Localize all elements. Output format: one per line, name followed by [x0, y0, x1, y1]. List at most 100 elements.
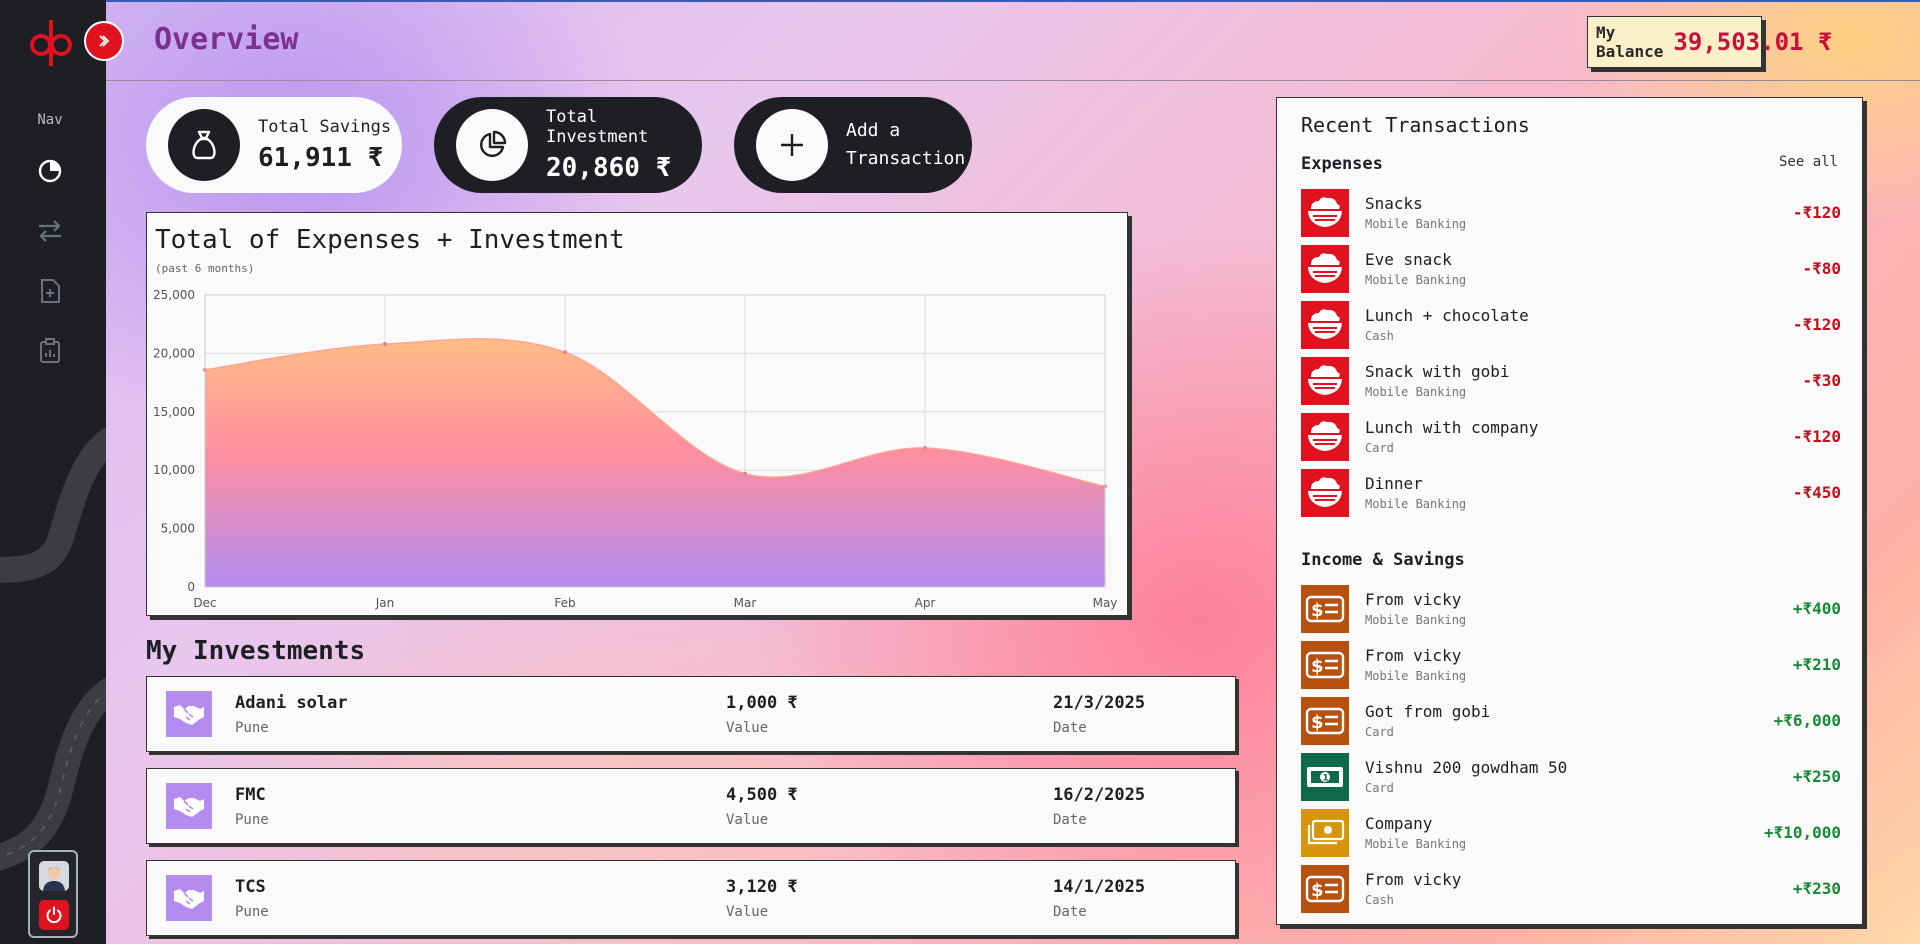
add-transaction-button[interactable]: Add a Transaction — [734, 97, 972, 193]
transaction-amount: +₹400 — [1792, 599, 1841, 618]
double-chevron-right-icon — [99, 35, 110, 47]
transaction-name: Lunch + chocolate — [1365, 306, 1529, 325]
transaction-amount: -₹80 — [1802, 259, 1841, 278]
food-bowl-icon — [1301, 357, 1349, 405]
plus-icon — [756, 109, 828, 181]
food-bowl-icon — [1301, 189, 1349, 237]
investment-row[interactable]: FMC Pune 4,500 ₹ Value 16/2/2025 Date — [146, 768, 1236, 844]
app-logo[interactable] — [28, 18, 74, 72]
x-tick-label: Apr — [915, 596, 936, 610]
expense-item[interactable]: Snacks Mobile Banking -₹120 — [1301, 189, 1841, 239]
transaction-name: Dinner — [1365, 474, 1423, 493]
expense-item[interactable]: Lunch with company Card -₹120 — [1301, 413, 1841, 463]
page-title: Overview — [154, 22, 299, 57]
add-label-line1: Add a — [846, 120, 901, 141]
expense-item[interactable]: Eve snack Mobile Banking -₹80 — [1301, 245, 1841, 295]
power-button[interactable] — [39, 900, 69, 930]
header-divider — [106, 80, 1920, 81]
investment-date: 16/2/2025 — [1053, 785, 1146, 805]
x-tick-label: Mar — [734, 596, 757, 610]
income-item[interactable]: $ Got from gobi Card +₹6,000 — [1301, 697, 1841, 747]
income-item[interactable]: $ From vicky Cash +₹230 — [1301, 865, 1841, 915]
investment-name: FMC — [235, 785, 266, 805]
transaction-amount: +₹6,000 — [1773, 711, 1841, 730]
transaction-amount: -₹120 — [1792, 203, 1841, 222]
x-tick-label: Jan — [375, 596, 395, 610]
avatar[interactable] — [39, 861, 69, 891]
transaction-name: Vishnu 200 gowdham 50 — [1365, 758, 1568, 777]
transaction-method: Mobile Banking — [1365, 273, 1467, 287]
expense-item[interactable]: Lunch + chocolate Cash -₹120 — [1301, 301, 1841, 351]
svg-text:$: $ — [1311, 880, 1324, 901]
balance-label: My Balance — [1596, 23, 1664, 61]
series-area — [205, 338, 1105, 587]
savings-value: 61,911 ₹ — [258, 143, 384, 173]
investment-date: 21/3/2025 — [1053, 693, 1146, 713]
investment-location: Pune — [235, 720, 269, 736]
transaction-amount: -₹30 — [1802, 371, 1841, 390]
expense-item[interactable]: Snack with gobi Mobile Banking -₹30 — [1301, 357, 1841, 407]
transaction-method: Card — [1365, 725, 1394, 739]
investment-location: Pune — [235, 812, 269, 828]
data-point — [563, 350, 567, 355]
transaction-name: From vicky — [1365, 870, 1462, 889]
money-slip-icon: $ — [1301, 641, 1349, 689]
money-slip-icon: $ — [1301, 865, 1349, 913]
total-savings-card[interactable]: Total Savings 61,911 ₹ — [146, 97, 402, 193]
svg-text:1: 1 — [1323, 774, 1329, 784]
transaction-amount: +₹10,000 — [1763, 823, 1841, 842]
transaction-method: Card — [1365, 441, 1394, 455]
window-top-border — [0, 0, 1920, 2]
total-investment-card[interactable]: Total Investment 20,860 ₹ — [434, 97, 702, 193]
expense-item[interactable]: Dinner Mobile Banking -₹450 — [1301, 469, 1841, 519]
svg-text:$: $ — [1311, 656, 1324, 677]
investment-value: 3,120 ₹ — [726, 877, 798, 897]
investment-value: 20,860 ₹ — [546, 153, 672, 183]
nav-label: Nav — [37, 112, 63, 128]
nav-report-icon[interactable] — [35, 336, 65, 366]
add-label-line2: Transaction — [846, 148, 966, 169]
investment-location: Pune — [235, 904, 269, 920]
investment-row[interactable]: Adani solar Pune 1,000 ₹ Value 21/3/2025 Date — [146, 676, 1236, 752]
investment-row[interactable]: TCS Pune 3,120 ₹ Value 14/1/2025 Date — [146, 860, 1236, 936]
transaction-method: Cash — [1365, 893, 1394, 907]
nav-add-file-icon[interactable] — [35, 276, 65, 306]
transaction-name: From vicky — [1365, 646, 1462, 665]
income-item[interactable]: 1 Vishnu 200 gowdham 50 Card +₹250 — [1301, 753, 1841, 803]
investment-value: 4,500 ₹ — [726, 785, 798, 805]
handshake-icon — [166, 875, 212, 921]
money-slip-icon: $ — [1301, 585, 1349, 633]
data-point — [923, 446, 927, 451]
income-item[interactable]: $ From vicky Mobile Banking +₹210 — [1301, 641, 1841, 691]
data-point — [383, 342, 387, 347]
y-tick-label: 5,000 — [161, 522, 195, 536]
y-tick-label: 0 — [187, 580, 195, 594]
investment-date: 14/1/2025 — [1053, 877, 1146, 897]
balance-box: My Balance 39,503.01 ₹ — [1587, 16, 1832, 68]
transaction-method: Mobile Banking — [1365, 613, 1467, 627]
investment-date-label: Date — [1053, 904, 1087, 920]
nav-overview-icon[interactable] — [35, 156, 65, 186]
money-slip-icon: $ — [1301, 697, 1349, 745]
income-item[interactable]: $ From vicky Mobile Banking +₹400 — [1301, 585, 1841, 635]
nav-transfer-icon[interactable] — [35, 216, 65, 246]
sidebar: Nav — [0, 0, 106, 944]
investment-date-label: Date — [1053, 720, 1087, 736]
transaction-amount: +₹210 — [1792, 655, 1841, 674]
income-heading: Income & Savings — [1301, 550, 1465, 570]
investments-title: My Investments — [146, 636, 366, 666]
y-tick-label: 20,000 — [153, 346, 195, 360]
transaction-name: Snack with gobi — [1365, 362, 1510, 381]
balance-value: 39,503.01 ₹ — [1673, 28, 1833, 56]
sidebar-toggle-button[interactable] — [84, 21, 124, 61]
investment-name: TCS — [235, 877, 266, 897]
data-point — [743, 471, 747, 476]
food-bowl-icon — [1301, 413, 1349, 461]
x-tick-label: Dec — [193, 596, 216, 610]
transaction-name: Lunch with company — [1365, 418, 1539, 437]
see-all-link[interactable]: See all — [1779, 154, 1838, 170]
transaction-amount: +₹250 — [1792, 767, 1841, 786]
transaction-amount: -₹120 — [1792, 315, 1841, 334]
income-item[interactable]: Company Mobile Banking +₹10,000 — [1301, 809, 1841, 859]
svg-text:$: $ — [1311, 600, 1324, 621]
